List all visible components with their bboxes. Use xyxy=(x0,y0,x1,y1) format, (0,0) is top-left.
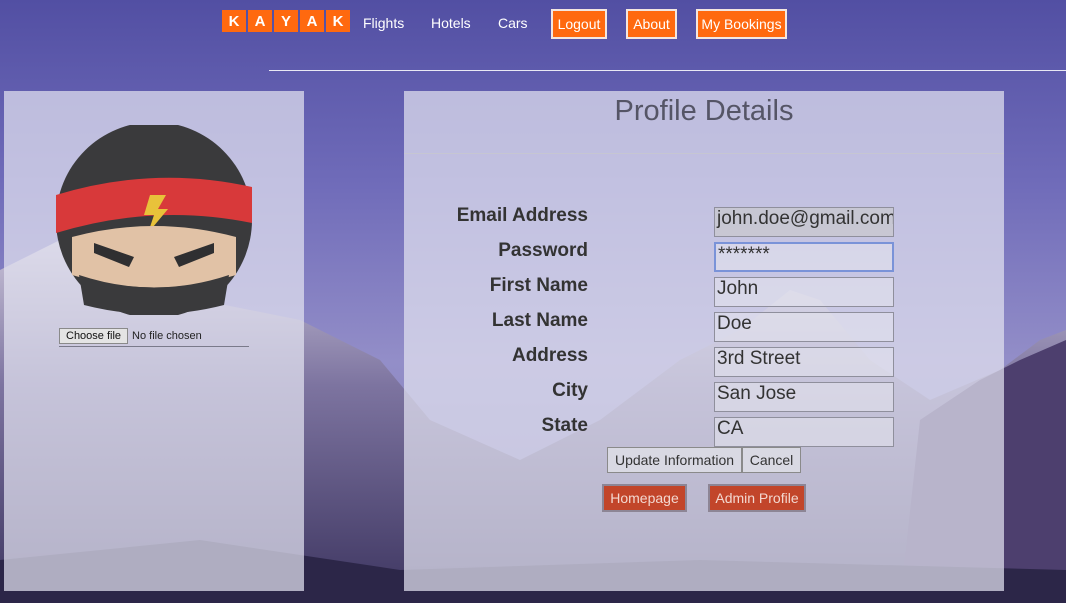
logo-letter: A xyxy=(300,10,324,32)
state-field[interactable]: CA xyxy=(714,417,894,447)
profile-panel: Profile Details Email Address john.doe@g… xyxy=(404,91,1004,591)
choose-file-button[interactable]: Choose file xyxy=(59,328,129,344)
state-label: State xyxy=(541,415,588,436)
logo-letter: K xyxy=(326,10,350,32)
last-name-label: Last Name xyxy=(491,310,588,331)
logout-button[interactable]: Logout xyxy=(551,9,607,39)
logo-letter: Y xyxy=(274,10,298,32)
ninja-avatar-icon xyxy=(56,125,252,315)
first-name-field[interactable]: John xyxy=(714,277,894,307)
nav-divider xyxy=(269,70,1066,71)
address-field[interactable]: 3rd Street xyxy=(714,347,894,377)
about-button[interactable]: About xyxy=(626,9,677,39)
nav-link-flights[interactable]: Flights xyxy=(363,15,404,31)
password-label: Password xyxy=(498,240,588,261)
logo-letter: K xyxy=(222,10,246,32)
city-label: City xyxy=(552,380,588,401)
file-divider xyxy=(59,346,249,347)
admin-profile-button[interactable]: Admin Profile xyxy=(708,484,806,512)
homepage-button[interactable]: Homepage xyxy=(602,484,687,512)
nav-link-cars[interactable]: Cars xyxy=(498,15,528,31)
update-information-button[interactable]: Update Information xyxy=(607,447,742,473)
first-name-label: First Name xyxy=(489,275,588,296)
cancel-button[interactable]: Cancel xyxy=(742,447,801,473)
address-label: Address xyxy=(511,345,588,366)
page-title: Profile Details xyxy=(614,95,794,127)
password-field[interactable]: ******* xyxy=(714,242,894,272)
file-upload: Choose file No file chosen xyxy=(59,328,202,344)
city-field[interactable]: San Jose xyxy=(714,382,894,412)
my-bookings-button[interactable]: My Bookings xyxy=(696,9,787,39)
last-name-field[interactable]: Doe xyxy=(714,312,894,342)
title-divider xyxy=(404,153,1004,154)
logo-letter: A xyxy=(248,10,272,32)
avatar-panel: Choose file No file chosen xyxy=(4,91,304,591)
email-field[interactable]: john.doe@gmail.com xyxy=(714,207,894,237)
email-label: Email Address xyxy=(456,205,588,226)
file-status: No file chosen xyxy=(132,330,202,342)
nav-link-hotels[interactable]: Hotels xyxy=(431,15,471,31)
kayak-logo[interactable]: K A Y A K xyxy=(222,10,350,32)
